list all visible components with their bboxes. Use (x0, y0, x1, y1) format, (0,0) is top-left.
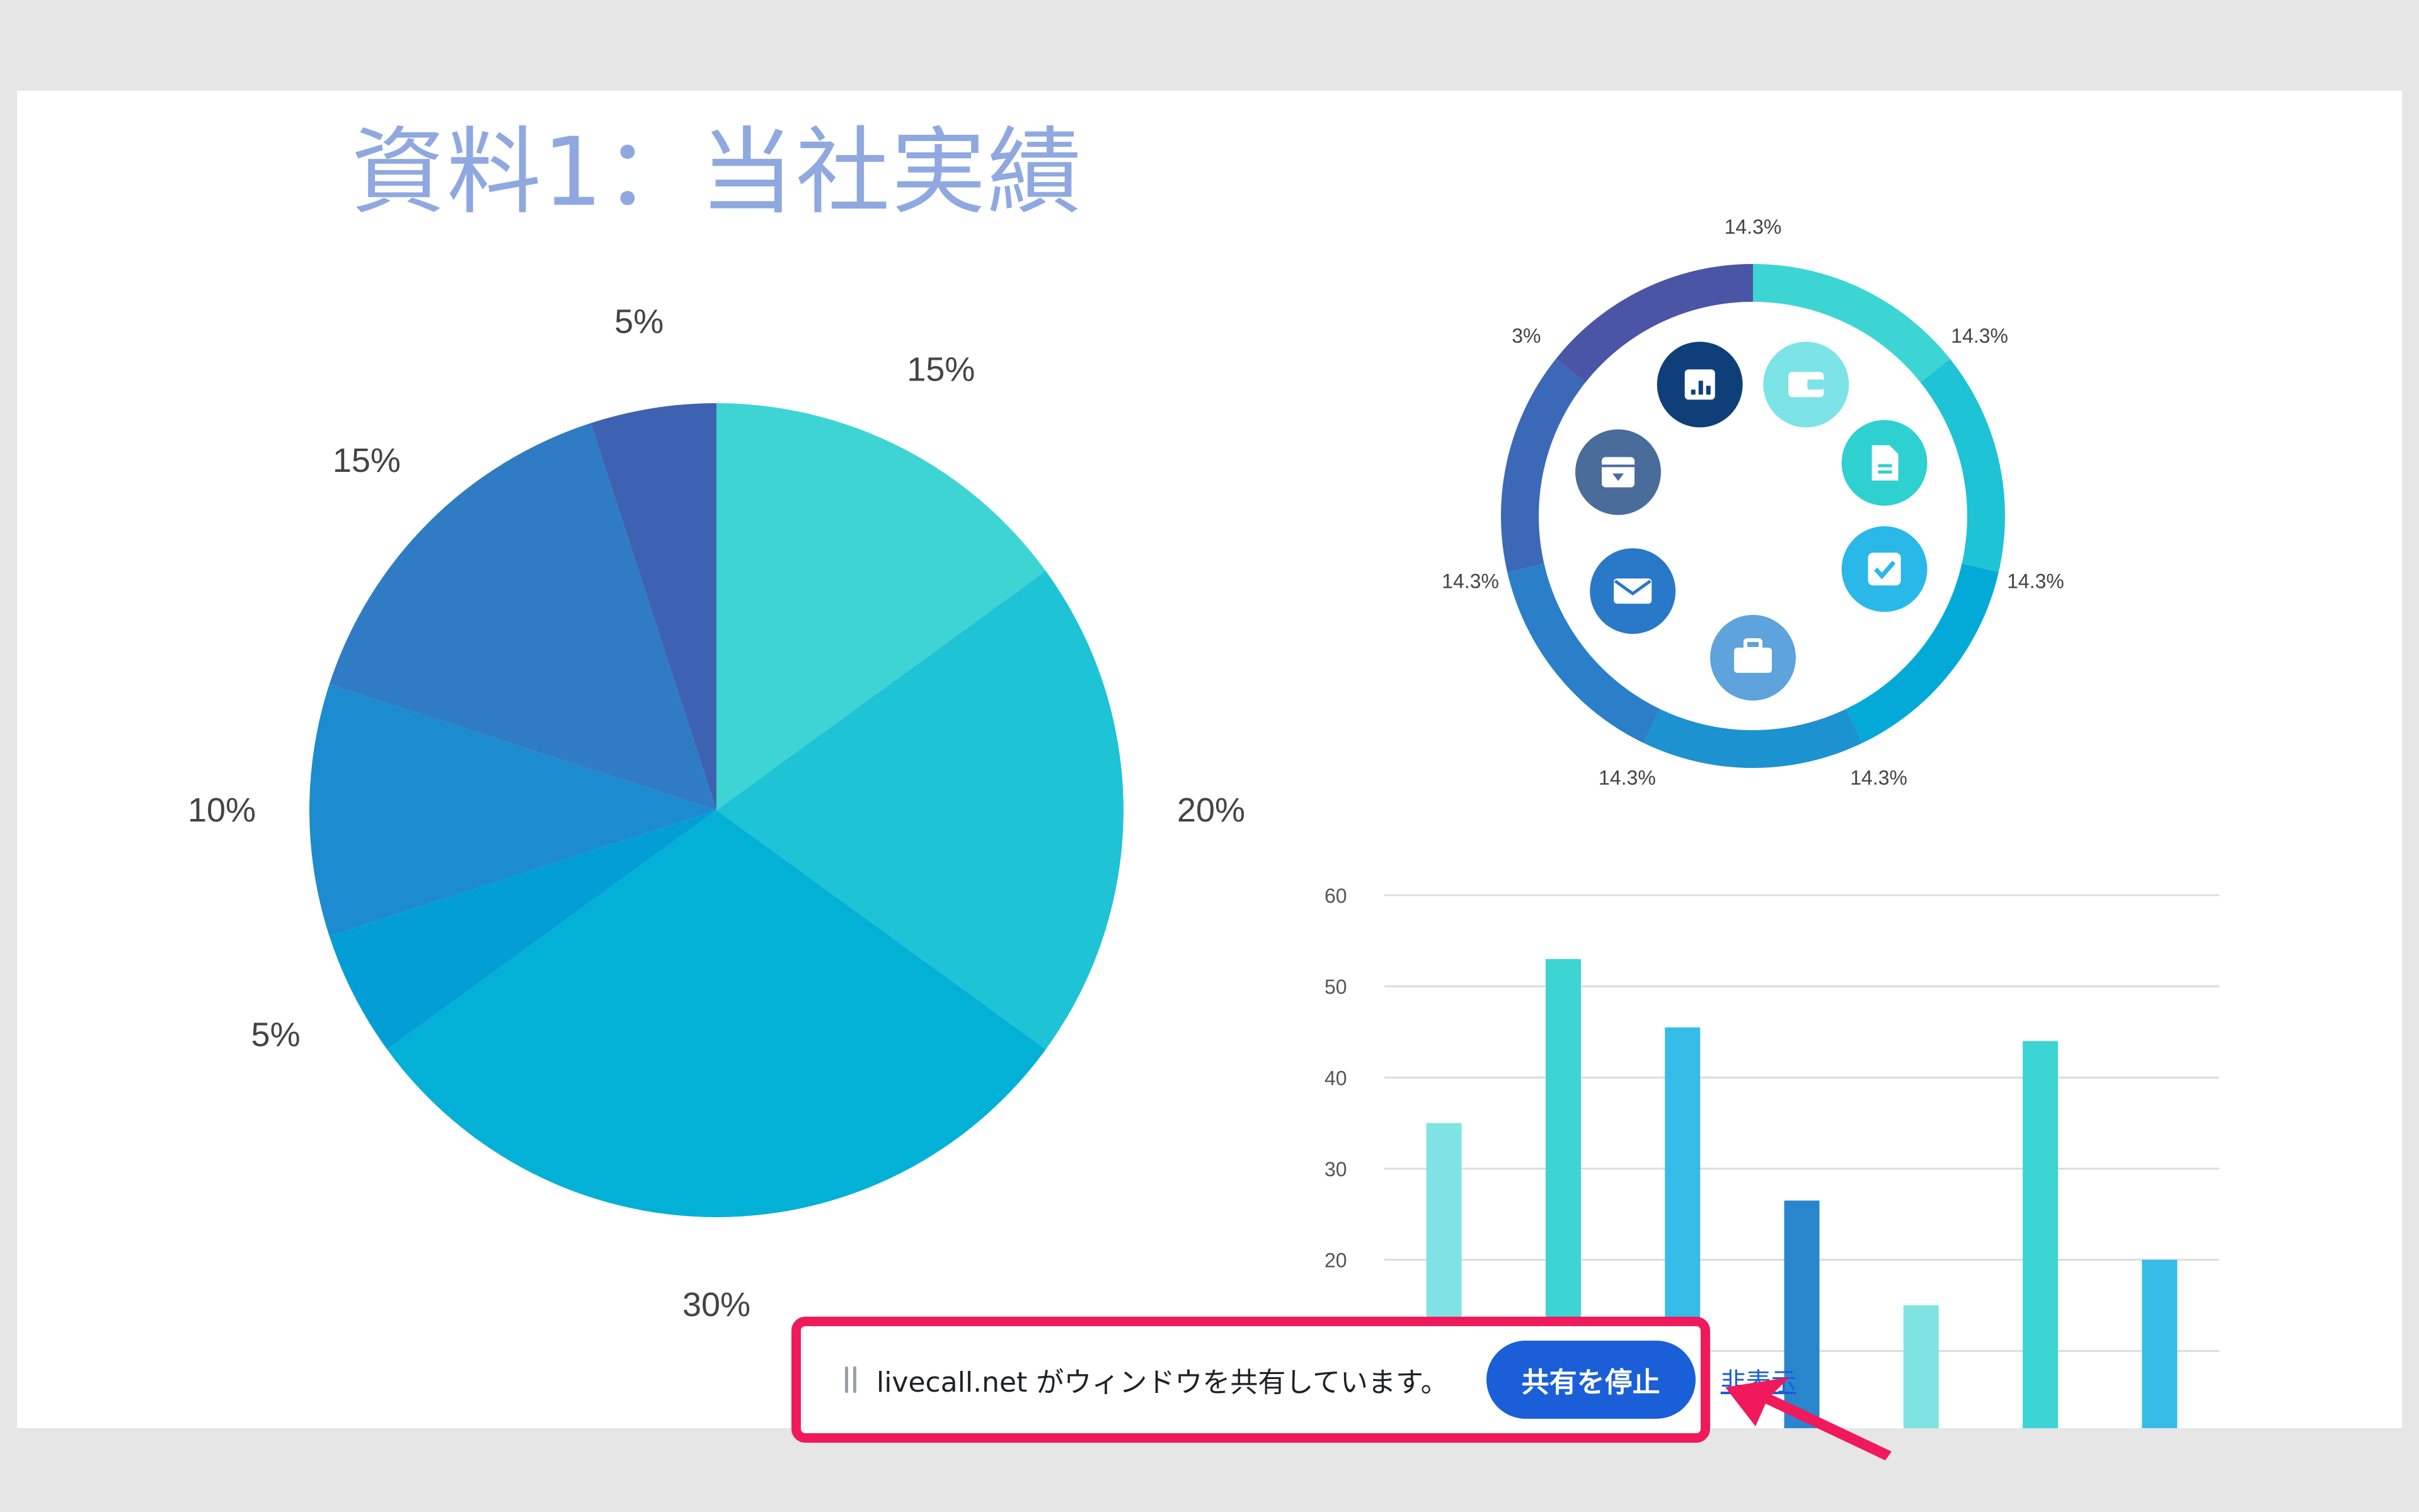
pie-slice-label: 30% (682, 1286, 750, 1324)
y-tick-label: 60 (1324, 885, 1347, 907)
archive-icon (1575, 429, 1662, 515)
y-tick-label: 40 (1324, 1067, 1347, 1089)
donut-segment (1920, 358, 2005, 573)
donut-segment-label: 14.3% (1951, 324, 2008, 347)
presentation-slide: 資料1：当社実績 15% 20% 30% 5% 10% 15% 5% 14.3% 14.3% 1… (17, 91, 2402, 1428)
mail-icon (1590, 548, 1676, 634)
donut-chart: 14.3%14.3%14.3%14.3%14.3%3%14.3% (1442, 215, 2064, 789)
donut-segment-label: 14.3% (1442, 570, 1499, 592)
pie-slice-label: 15% (907, 351, 975, 389)
briefcase-icon (1710, 615, 1796, 701)
donut-segment-label: 14.3% (2007, 570, 2064, 592)
share-status-text: livecall.net がウィンドウを共有しています。 (876, 1366, 1449, 1399)
pie-slice-label: 5% (251, 1016, 301, 1053)
screen-share-notification-bar: livecall.net がウィンドウを共有しています。 共有を停止 非表示 (791, 1317, 1796, 1443)
donut-segment-label: 3% (1512, 324, 1541, 347)
pie-slice-label: 5% (614, 303, 664, 341)
bar (2023, 1041, 2059, 1428)
chart-icon (1657, 341, 1743, 428)
y-tick-label: 50 (1324, 976, 1347, 999)
donut-segment (1501, 358, 1586, 573)
y-tick-label: 20 (1324, 1249, 1347, 1272)
pointer-arrow-icon (1725, 1377, 1892, 1460)
pie-slice-label: 15% (333, 442, 401, 479)
bar (2142, 1259, 2178, 1428)
bar (1903, 1305, 1939, 1428)
checkmark-icon (1841, 526, 1928, 612)
y-tick-label: 30 (1324, 1158, 1347, 1181)
document-icon (1841, 420, 1928, 506)
pie-chart: 15% 20% 30% 5% 10% 15% 5% (188, 303, 1245, 1324)
donut-segment-label: 14.3% (1725, 215, 1782, 238)
drag-handle[interactable] (845, 1366, 856, 1393)
wallet-icon (1763, 341, 1849, 428)
pie-slice-label: 10% (188, 791, 256, 829)
pie-slice-label: 20% (1177, 791, 1245, 829)
stop-sharing-button[interactable]: 共有を停止 (1486, 1341, 1696, 1419)
